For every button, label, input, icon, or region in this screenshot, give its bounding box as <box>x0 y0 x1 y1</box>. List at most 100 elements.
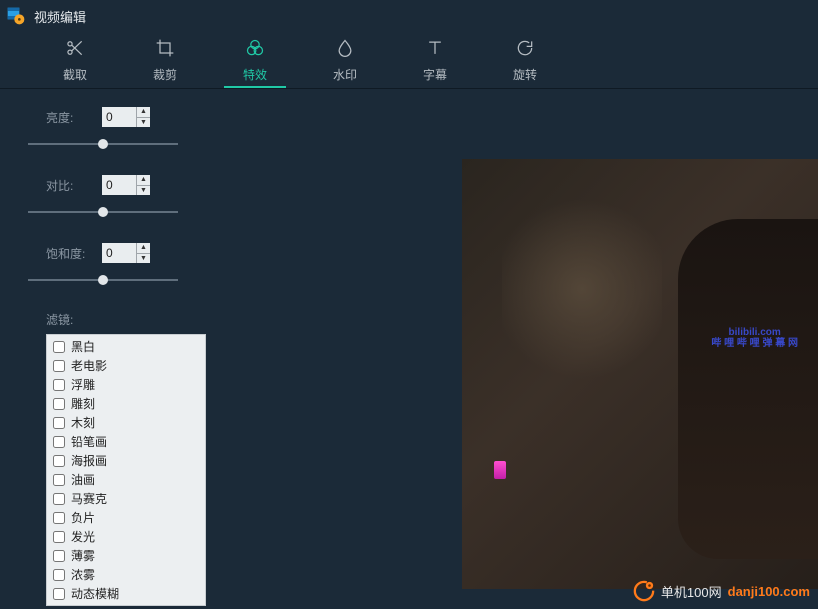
crop-icon <box>155 38 175 62</box>
spin-down-icon[interactable]: ▼ <box>137 186 150 196</box>
video-preview: bilibili.com 哔 哩 哔 哩 弹 幕 网 <box>462 159 818 589</box>
spin-up-icon[interactable]: ▲ <box>137 243 150 254</box>
tab-label: 截取 <box>63 66 87 83</box>
filter-name: 海报画 <box>71 452 107 469</box>
filter-name: 动态模糊 <box>71 585 119 602</box>
tab-effect[interactable]: 特效 <box>210 32 300 88</box>
filter-checkbox[interactable] <box>53 436 65 448</box>
filter-item[interactable]: 薄雾 <box>47 546 205 565</box>
filter-checkbox[interactable] <box>53 512 65 524</box>
filter-name: 铅笔画 <box>71 433 107 450</box>
scissors-icon <box>65 38 85 62</box>
spin-up-icon[interactable]: ▲ <box>137 107 150 118</box>
effects-panel: 亮度: ▲▼ 对比: ▲▼ 饱和度: <box>0 89 260 609</box>
saturation-label: 饱和度: <box>46 245 102 262</box>
filter-item[interactable]: 浓雾 <box>47 565 205 584</box>
brightness-spinner[interactable]: ▲▼ <box>102 107 150 127</box>
filter-checkbox[interactable] <box>53 417 65 429</box>
preview-pane: bilibili.com 哔 哩 哔 哩 弹 幕 网 <box>260 89 818 609</box>
brightness-label: 亮度: <box>46 109 102 126</box>
tab-label: 旋转 <box>513 66 537 83</box>
brightness-slider[interactable] <box>28 137 178 151</box>
filter-item[interactable]: 黑白 <box>47 337 205 356</box>
tab-subtitle[interactable]: 字幕 <box>390 32 480 88</box>
filter-checkbox[interactable] <box>53 550 65 562</box>
tab-label: 字幕 <box>423 66 447 83</box>
filter-item[interactable]: 马赛克 <box>47 489 205 508</box>
filter-checkbox[interactable] <box>53 341 65 353</box>
filter-checkbox[interactable] <box>53 360 65 372</box>
filter-label: 滤镜: <box>46 311 236 328</box>
filter-name: 老电影 <box>71 357 107 374</box>
badge-text2: danji100.com <box>728 584 810 599</box>
filter-checkbox[interactable] <box>53 379 65 391</box>
badge-text1: 单机100网 <box>661 582 722 601</box>
tab-watermark[interactable]: 水印 <box>300 32 390 88</box>
filter-checkbox[interactable] <box>53 531 65 543</box>
overlay-line1: bilibili.com <box>711 327 798 338</box>
effect-icon <box>245 38 265 62</box>
contrast-slider[interactable] <box>28 205 178 219</box>
saturation-input[interactable] <box>102 243 136 263</box>
filter-checkbox[interactable] <box>53 588 65 600</box>
filter-item[interactable]: 负片 <box>47 508 205 527</box>
tab-label: 特效 <box>243 66 267 83</box>
spin-up-icon[interactable]: ▲ <box>137 175 150 186</box>
filter-item[interactable]: 老电影 <box>47 356 205 375</box>
brightness-input[interactable] <box>102 107 136 127</box>
filter-name: 发光 <box>71 528 95 545</box>
saturation-slider[interactable] <box>28 273 178 287</box>
filter-section: 滤镜: 黑白老电影浮雕雕刻木刻铅笔画海报画油画马赛克负片发光薄雾浓雾动态模糊 <box>46 311 236 606</box>
filter-item[interactable]: 发光 <box>47 527 205 546</box>
filter-checkbox[interactable] <box>53 455 65 467</box>
slider-thumb[interactable] <box>98 207 108 217</box>
filter-checkbox[interactable] <box>53 569 65 581</box>
spin-down-icon[interactable]: ▼ <box>137 118 150 128</box>
tab-crop[interactable]: 裁剪 <box>120 32 210 88</box>
filter-item[interactable]: 油画 <box>47 470 205 489</box>
filter-name: 负片 <box>71 509 95 526</box>
filter-name: 浓雾 <box>71 566 95 583</box>
filter-item[interactable]: 浮雕 <box>47 375 205 394</box>
tab-label: 裁剪 <box>153 66 177 83</box>
filter-name: 浮雕 <box>71 376 95 393</box>
app-icon <box>6 6 26 26</box>
badge-icon <box>633 580 655 602</box>
rotate-icon <box>515 38 535 62</box>
filter-list: 黑白老电影浮雕雕刻木刻铅笔画海报画油画马赛克负片发光薄雾浓雾动态模糊 <box>46 334 206 606</box>
filter-item[interactable]: 木刻 <box>47 413 205 432</box>
saturation-spinner[interactable]: ▲▼ <box>102 243 150 263</box>
filter-name: 马赛克 <box>71 490 107 507</box>
water-icon <box>335 38 355 62</box>
filter-name: 木刻 <box>71 414 95 431</box>
filter-item[interactable]: 雕刻 <box>47 394 205 413</box>
filter-checkbox[interactable] <box>53 398 65 410</box>
tabs: 截取 裁剪 特效 水印 字幕 旋转 <box>0 32 818 89</box>
contrast-label: 对比: <box>46 177 102 194</box>
filter-item[interactable]: 海报画 <box>47 451 205 470</box>
site-badge: 单机100网 danji100.com <box>633 580 810 602</box>
filter-checkbox[interactable] <box>53 474 65 486</box>
slider-thumb[interactable] <box>98 139 108 149</box>
tab-label: 水印 <box>333 66 357 83</box>
filter-checkbox[interactable] <box>53 493 65 505</box>
overlay-line2: 哔 哩 哔 哩 弹 幕 网 <box>711 338 798 349</box>
preview-artifact <box>494 461 506 479</box>
filter-name: 黑白 <box>71 338 95 355</box>
spin-down-icon[interactable]: ▼ <box>137 254 150 264</box>
filter-name: 油画 <box>71 471 95 488</box>
contrast-spinner[interactable]: ▲▼ <box>102 175 150 195</box>
filter-item[interactable]: 动态模糊 <box>47 584 205 603</box>
slider-thumb[interactable] <box>98 275 108 285</box>
tab-clip[interactable]: 截取 <box>30 32 120 88</box>
text-icon <box>425 38 445 62</box>
contrast-control: 对比: ▲▼ <box>46 175 236 219</box>
filter-name: 薄雾 <box>71 547 95 564</box>
brightness-control: 亮度: ▲▼ <box>46 107 236 151</box>
tab-rotate[interactable]: 旋转 <box>480 32 570 88</box>
filter-item[interactable]: 铅笔画 <box>47 432 205 451</box>
app-title: 视频编辑 <box>34 7 86 26</box>
overlay-watermark: bilibili.com 哔 哩 哔 哩 弹 幕 网 <box>711 327 798 349</box>
filter-name: 雕刻 <box>71 395 95 412</box>
contrast-input[interactable] <box>102 175 136 195</box>
